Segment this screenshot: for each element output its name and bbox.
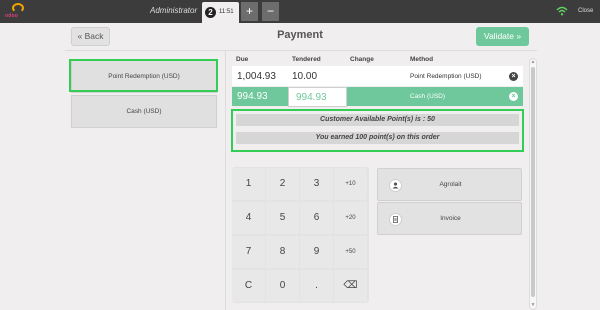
wifi-icon (556, 6, 568, 16)
tendered-input[interactable]: 994.93 (288, 87, 347, 107)
order-tab[interactable]: 2 11:51 (202, 2, 239, 23)
column-header-method: Method (410, 56, 434, 63)
column-header-due: Due (236, 56, 249, 63)
scroll-thumb[interactable] (531, 67, 535, 297)
delete-paymentline-icon[interactable]: × (509, 72, 518, 81)
paymentline-cash[interactable]: 994.93 994.93 Cash (USD) × (232, 87, 523, 107)
numpad-key-backspace[interactable]: ⌫ (334, 270, 367, 302)
customer-name: Agrolait (439, 181, 462, 188)
numpad-key-2[interactable]: 2 (266, 168, 299, 200)
invoice-label: Invoice (440, 215, 461, 222)
column-header-tendered: Tendered (292, 56, 321, 63)
numpad-key-4[interactable]: 4 (232, 202, 265, 234)
numpad-key-1[interactable]: 1 (232, 168, 265, 200)
paymentline-tendered: 10.00 (292, 71, 318, 82)
paymentline-due: 1,004.93 (237, 71, 276, 82)
paymentline-method: Point Redemption (USD) (410, 73, 482, 80)
numpad-key-0[interactable]: 0 (266, 270, 299, 302)
numpad-key-plus20[interactable]: +20 (334, 202, 367, 234)
customer-button[interactable]: Agrolait (377, 168, 522, 201)
page-title: Payment (277, 29, 323, 41)
invoice-button[interactable]: Invoice (377, 202, 522, 235)
header-divider (65, 50, 537, 51)
back-button[interactable]: « Back (71, 27, 110, 46)
numpad-key-dot[interactable]: . (300, 270, 333, 302)
paymentline-method: Cash (USD) (410, 93, 446, 100)
order-number: 2 (205, 7, 216, 18)
top-bar: odoo Administrator 2 11:51 + − Close (0, 0, 600, 23)
order-time: 11:51 (219, 9, 234, 15)
remove-order-button[interactable]: − (262, 2, 279, 21)
loyalty-points-box: Customer Available Point(s) is : 50 You … (231, 109, 524, 152)
paymentline-due: 994.93 (237, 91, 268, 102)
odoo-logo: odoo (5, 3, 33, 20)
paymentline-point-redemption[interactable]: 1,004.93 10.00 Point Redemption (USD) × (232, 66, 523, 86)
numpad-key-clear[interactable]: C (232, 270, 265, 302)
numpad-key-plus50[interactable]: +50 (334, 236, 367, 268)
add-order-button[interactable]: + (241, 2, 258, 21)
available-points-text: Customer Available Point(s) is : 50 (236, 114, 519, 126)
scroll-down-icon[interactable]: ▼ (530, 302, 536, 308)
validate-button[interactable]: Validate » (476, 27, 529, 46)
earned-points-text: You earned 100 point(s) on this order (236, 132, 519, 144)
numpad: 1 2 3 +10 4 5 6 +20 7 8 9 +50 C 0 . ⌫ (232, 167, 369, 303)
close-button[interactable]: Close (578, 8, 593, 14)
numpad-key-plus10[interactable]: +10 (334, 168, 367, 200)
scrollbar[interactable]: ▲ ▼ (529, 58, 537, 310)
numpad-key-7[interactable]: 7 (232, 236, 265, 268)
username[interactable]: Administrator (150, 6, 197, 15)
numpad-key-8[interactable]: 8 (266, 236, 299, 268)
column-divider (225, 51, 226, 310)
column-header-change: Change (350, 56, 374, 63)
scroll-up-icon[interactable]: ▲ (530, 59, 536, 65)
payment-method-cash[interactable]: Cash (USD) (71, 95, 217, 128)
numpad-key-6[interactable]: 6 (300, 202, 333, 234)
numpad-key-9[interactable]: 9 (300, 236, 333, 268)
payment-method-highlight (69, 59, 218, 92)
delete-paymentline-icon[interactable]: × (509, 92, 518, 101)
numpad-key-3[interactable]: 3 (300, 168, 333, 200)
numpad-key-5[interactable]: 5 (266, 202, 299, 234)
